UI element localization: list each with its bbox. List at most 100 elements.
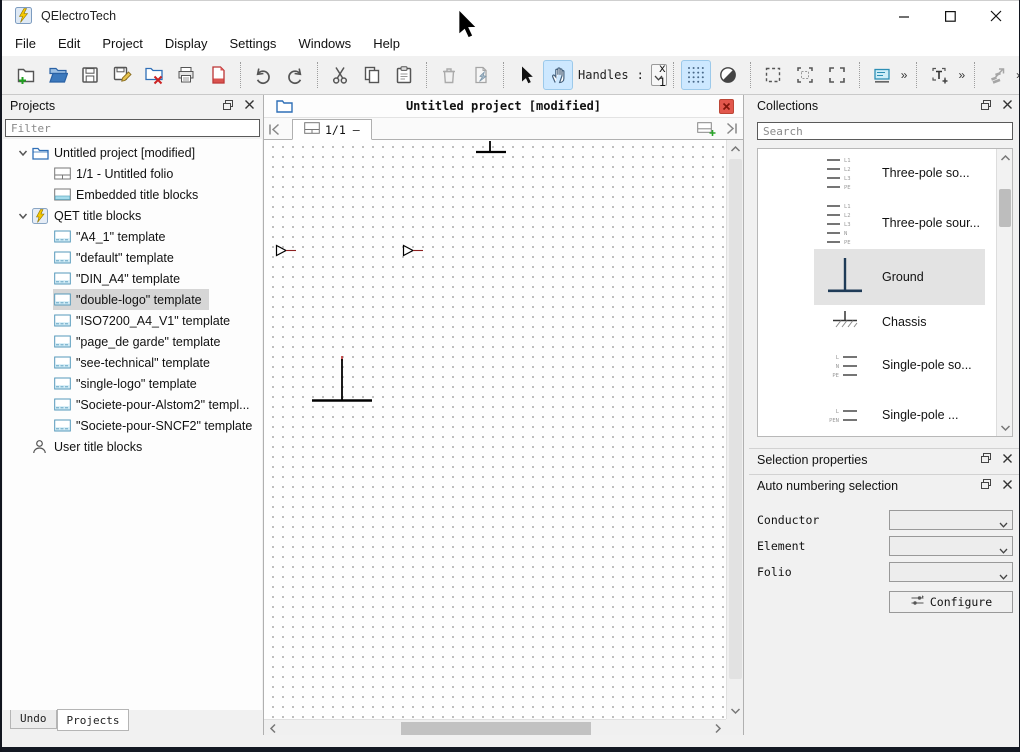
undo-icon [253, 65, 273, 85]
tree-item[interactable]: "default" template [3, 247, 262, 268]
chevron-down-icon[interactable] [15, 145, 31, 161]
collections-scroll-thumb[interactable] [999, 189, 1011, 227]
tree-item[interactable]: "A4_1" template [3, 226, 262, 247]
float-panel-icon[interactable] [980, 478, 992, 493]
menu-help[interactable]: Help [362, 32, 411, 55]
menu-settings[interactable]: Settings [218, 32, 287, 55]
toolbar-overflow-button[interactable]: » [901, 68, 908, 82]
float-panel-icon[interactable] [980, 99, 992, 114]
projects-panel-title: Projects [10, 99, 55, 113]
save-button[interactable] [75, 60, 105, 90]
tree-item-label: QET title blocks [54, 209, 141, 223]
terminal-arrow-symbol[interactable] [402, 244, 426, 257]
last-folio-icon[interactable] [724, 122, 739, 140]
open-project-button[interactable] [43, 60, 73, 90]
collection-item[interactable]: L1L2L3PEThree-pole so... [758, 149, 1012, 197]
hscroll-thumb[interactable] [401, 722, 591, 735]
undo-button[interactable] [248, 60, 278, 90]
ground-partial-symbol[interactable] [475, 141, 507, 154]
float-panel-icon[interactable] [222, 99, 234, 114]
tree-item[interactable]: Untitled project [modified] [3, 142, 262, 163]
close-panel-icon[interactable] [1002, 453, 1013, 467]
pan-mode-button[interactable] [543, 60, 573, 90]
tab-undo[interactable]: Undo [10, 710, 57, 729]
close-panel-icon[interactable] [1002, 479, 1013, 493]
folio-tab[interactable]: 1/1 – [292, 119, 372, 140]
toolbar-overflow-button[interactable]: » [1016, 68, 1020, 82]
scroll-up-icon[interactable] [727, 140, 744, 157]
tree-item[interactable]: "Societe-pour-SNCF2" template [3, 415, 262, 436]
tree-item[interactable]: "Societe-pour-Alstom2" templ... [3, 394, 262, 415]
menu-file[interactable]: File [4, 32, 47, 55]
selection-mode-button[interactable] [511, 60, 541, 90]
ground-symbol[interactable] [311, 354, 375, 404]
conductor-select[interactable] [889, 510, 1013, 530]
tree-item[interactable]: QET title blocks [3, 205, 262, 226]
print-button[interactable] [171, 60, 201, 90]
configure-button[interactable]: Configure [889, 591, 1013, 613]
new-project-button[interactable] [11, 60, 41, 90]
copy-button[interactable] [357, 60, 387, 90]
terminal-arrow-symbol[interactable] [275, 244, 299, 257]
project-export-button[interactable] [203, 60, 233, 90]
close-panel-icon[interactable] [244, 99, 255, 113]
float-panel-icon[interactable] [980, 452, 992, 467]
filter-input[interactable] [5, 119, 260, 137]
folio-select[interactable] [889, 562, 1013, 582]
cut-button[interactable] [325, 60, 355, 90]
collections-scrollbar[interactable] [996, 149, 1012, 436]
tree-item[interactable]: "DIN_A4" template [3, 268, 262, 289]
collection-item[interactable]: L1L2L3NPEThree-pole sour... [758, 197, 1012, 249]
folio-canvas[interactable] [264, 140, 726, 719]
tree-item[interactable]: "page_de garde" template [3, 331, 262, 352]
contrast-button[interactable] [713, 60, 743, 90]
tree-item[interactable]: User title blocks [3, 436, 262, 457]
chevron-down-icon[interactable] [15, 208, 31, 224]
collection-item[interactable]: LPENSingle-pole ... [758, 392, 1012, 437]
tree-item[interactable]: "double-logo" template [3, 289, 262, 310]
menu-project[interactable]: Project [91, 32, 153, 55]
tree-item-label: "see-technical" template [76, 356, 210, 370]
select-visible-button[interactable] [758, 60, 788, 90]
paste-button[interactable] [389, 60, 419, 90]
grid-button[interactable] [681, 60, 711, 90]
add-folio-icon[interactable] [697, 120, 716, 141]
collection-item-label: Three-pole so... [882, 166, 970, 180]
horizontal-scrollbar[interactable] [264, 719, 726, 736]
collection-item[interactable]: LNPESingle-pole so... [758, 338, 1012, 392]
vertical-scrollbar[interactable] [726, 140, 743, 719]
fit-content-button[interactable] [790, 60, 820, 90]
collection-item[interactable]: Chassis [758, 305, 1012, 338]
save-as-button[interactable] [107, 60, 137, 90]
collection-item[interactable]: Ground [758, 249, 1012, 305]
tree-item[interactable]: "single-logo" template [3, 373, 262, 394]
tree-item[interactable]: "ISO7200_A4_V1" template [3, 310, 262, 331]
configure-row: Configure [757, 591, 1013, 613]
svg-text:N: N [844, 231, 847, 237]
tree-item[interactable]: "see-technical" template [3, 352, 262, 373]
tab-projects[interactable]: Projects [57, 709, 130, 731]
search-input[interactable] [757, 122, 1013, 140]
titleblock-editor-button[interactable] [867, 60, 897, 90]
menu-windows[interactable]: Windows [287, 32, 362, 55]
minimize-button[interactable] [881, 1, 927, 31]
first-folio-icon[interactable] [264, 120, 284, 138]
document-close-button[interactable] [719, 99, 734, 114]
toolbar-overflow-button[interactable]: » [958, 68, 965, 82]
menu-edit[interactable]: Edit [47, 32, 91, 55]
close-panel-icon[interactable] [1002, 99, 1013, 113]
scroll-down-icon[interactable] [727, 702, 744, 719]
element-select[interactable] [889, 536, 1013, 556]
tree-item[interactable]: 1/1 - Untitled folio [3, 163, 262, 184]
tree-item[interactable]: Embedded title blocks [3, 184, 262, 205]
handles-scale-select[interactable]: x 1 [651, 64, 667, 86]
close-project-button[interactable] [139, 60, 169, 90]
cut-icon [330, 65, 350, 85]
menu-display[interactable]: Display [154, 32, 219, 55]
vscroll-thumb[interactable] [729, 159, 742, 679]
maximize-button[interactable] [927, 1, 973, 31]
redo-button[interactable] [280, 60, 310, 90]
close-button[interactable] [973, 1, 1019, 31]
add-text-button[interactable] [924, 60, 954, 90]
frame-button[interactable] [822, 60, 852, 90]
